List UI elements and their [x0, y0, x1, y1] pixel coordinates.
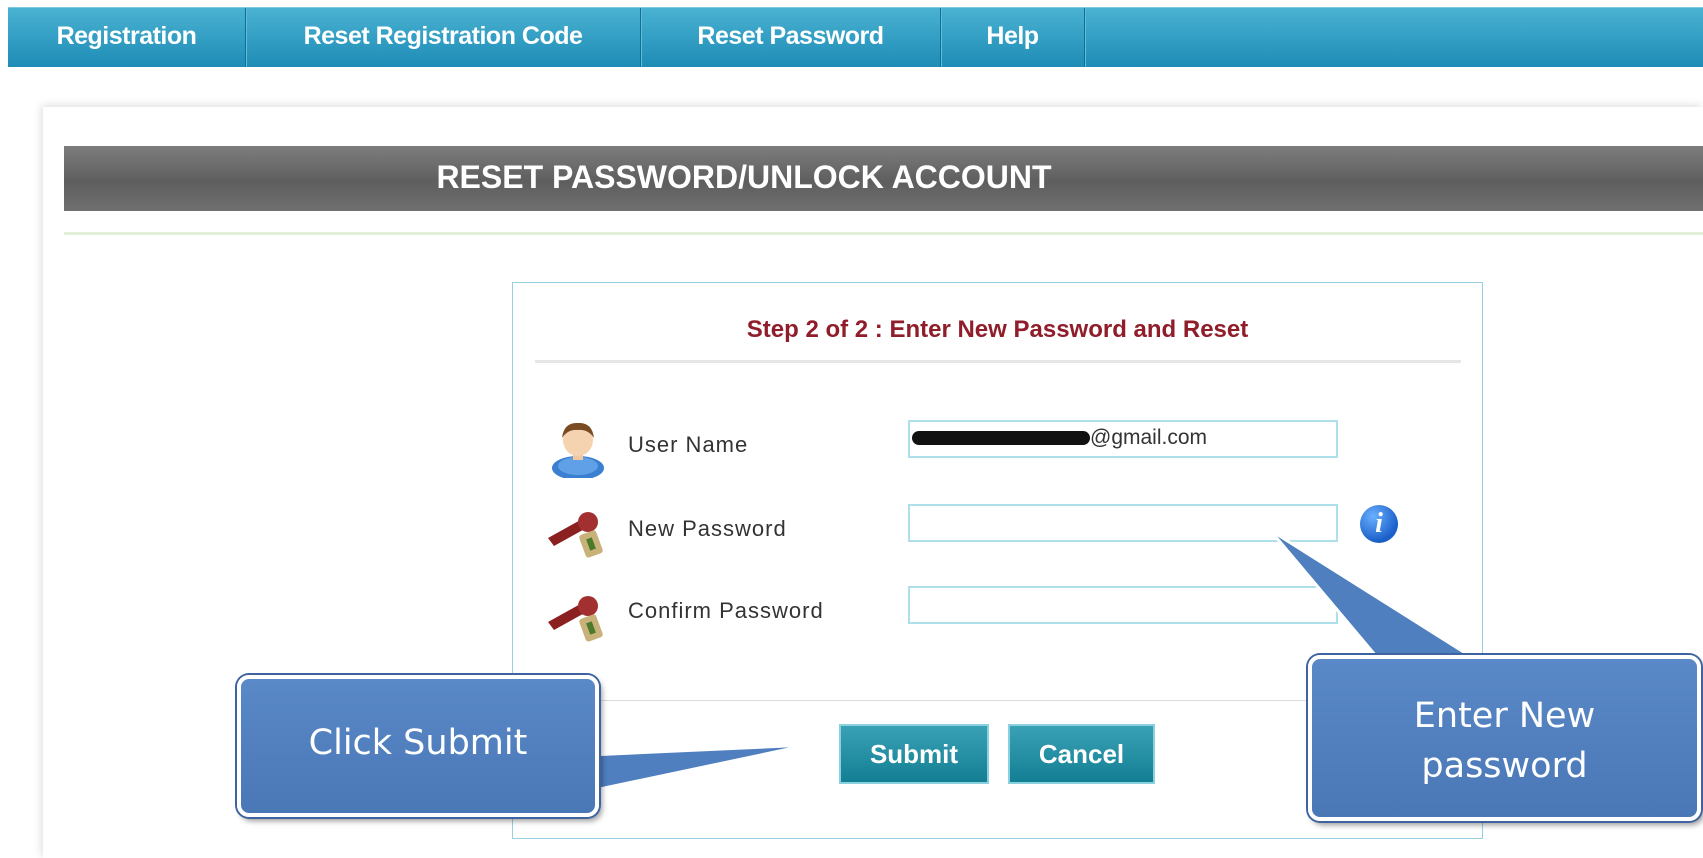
submit-callout-pointer — [588, 743, 809, 792]
submit-callout-text: Click Submit — [308, 723, 528, 763]
password-callout-pointer — [1268, 528, 1476, 658]
password-callout: Enter New password — [1308, 655, 1701, 821]
submit-callout: Click Submit — [237, 675, 599, 817]
password-callout-text: Enter New password — [1413, 696, 1596, 786]
